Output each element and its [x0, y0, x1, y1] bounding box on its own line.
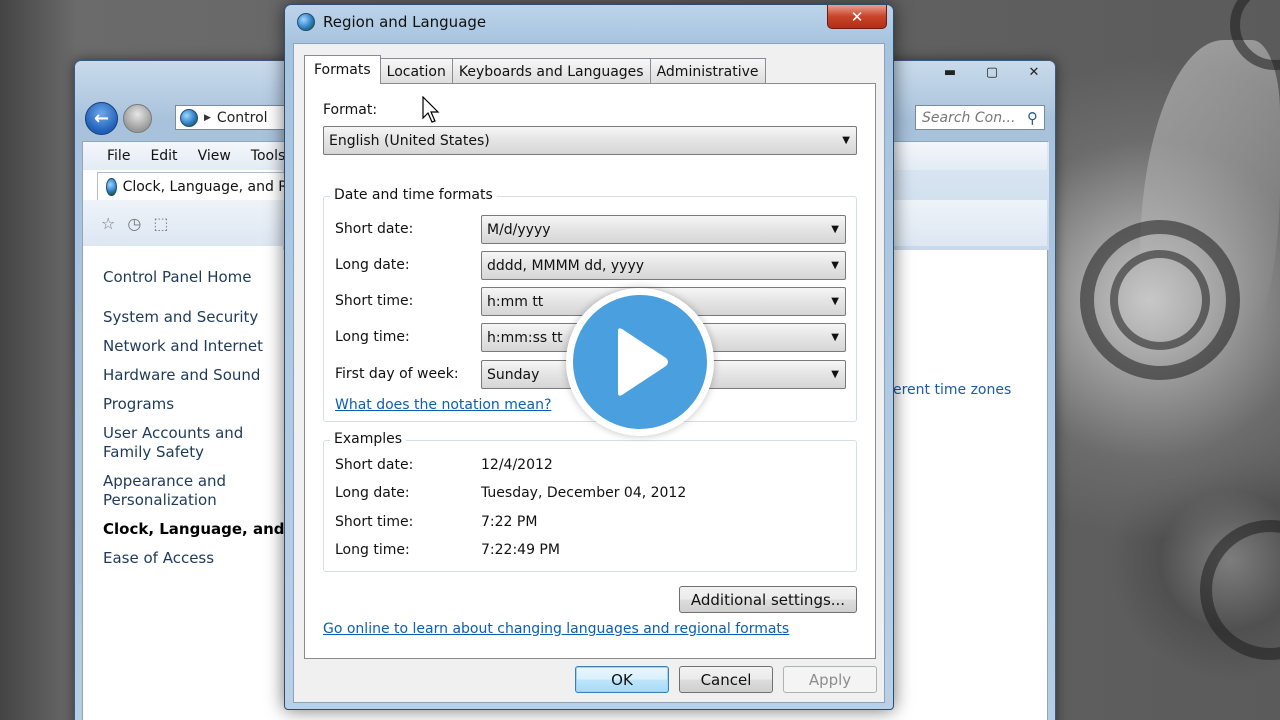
short-date-select[interactable]: M/d/yyyy ▼	[481, 215, 846, 244]
example-short-time-value: 7:22 PM	[481, 514, 538, 530]
examples-group: Examples Short date: 12/4/2012 Long date…	[323, 431, 857, 572]
history-icon[interactable]: ◷	[127, 214, 141, 233]
close-button[interactable]: ✕	[1013, 61, 1055, 83]
wallpaper-ring	[1200, 520, 1280, 660]
example-short-time-label: Short time:	[335, 514, 414, 530]
example-long-date-label: Long date:	[335, 485, 410, 501]
sidebar-item-user-accounts[interactable]: User Accounts and Family Safety	[103, 424, 293, 462]
sidebar-item-hardware[interactable]: Hardware and Sound	[103, 366, 293, 385]
tab-location[interactable]: Location	[379, 58, 453, 84]
minimize-button[interactable]: ▬	[929, 61, 971, 83]
wallpaper-ring	[1110, 250, 1210, 350]
chevron-down-icon: ▼	[831, 369, 839, 380]
format-label: Format:	[323, 102, 378, 118]
chevron-down-icon: ▼	[842, 135, 850, 146]
chevron-down-icon: ▼	[831, 296, 839, 307]
search-placeholder: Search Con...	[922, 109, 1016, 126]
address-text: Control	[216, 109, 268, 126]
search-icon[interactable]: ⚲	[1027, 109, 1038, 127]
tab-title: Clock, Language, and Re	[122, 178, 296, 195]
control-panel-icon	[106, 177, 117, 196]
favorites-star-icon[interactable]: ☆	[101, 214, 115, 233]
back-button[interactable]: ←	[85, 102, 118, 135]
short-time-label: Short time:	[335, 293, 414, 309]
sidebar-item-system-security[interactable]: System and Security	[103, 308, 293, 327]
chevron-down-icon: ▼	[831, 332, 839, 343]
control-panel-home-link[interactable]: Control Panel Home	[103, 268, 293, 286]
dialog-titlebar: Region and Language	[297, 13, 486, 31]
cancel-button[interactable]: Cancel	[679, 666, 773, 693]
menu-file[interactable]: File	[107, 148, 130, 164]
add-tab-icon[interactable]: ⬚	[153, 214, 168, 233]
short-date-value: M/d/yyyy	[487, 221, 551, 238]
sidebar-item-network[interactable]: Network and Internet	[103, 337, 293, 356]
first-day-value: Sunday	[487, 366, 540, 383]
sidebar-item-programs[interactable]: Programs	[103, 395, 293, 414]
long-date-label: Long date:	[335, 257, 410, 273]
first-day-label: First day of week:	[335, 366, 459, 382]
tab-formats[interactable]: Formats	[304, 55, 381, 84]
chevron-right-icon: ▶	[204, 112, 211, 123]
play-button[interactable]	[566, 288, 714, 436]
format-value: English (United States)	[329, 132, 490, 149]
long-date-select[interactable]: dddd, MMMM dd, yyyy ▼	[481, 251, 846, 280]
sidebar-item-ease-of-access[interactable]: Ease of Access	[103, 549, 293, 568]
sidebar: Control Panel Home System and Security N…	[103, 268, 293, 578]
long-date-value: dddd, MMMM dd, yyyy	[487, 257, 645, 274]
example-long-time-value: 7:22:49 PM	[481, 542, 560, 558]
example-short-date-value: 12/4/2012	[481, 457, 553, 473]
forward-button[interactable]	[123, 104, 152, 133]
sidebar-item-appearance[interactable]: Appearance and Personalization	[103, 472, 293, 510]
tab-administrative[interactable]: Administrative	[649, 58, 766, 84]
chevron-down-icon: ▼	[831, 260, 839, 271]
apply-button[interactable]: Apply	[783, 666, 877, 693]
control-panel-icon	[180, 108, 198, 127]
search-input[interactable]: Search Con... ⚲	[915, 105, 1045, 130]
short-date-label: Short date:	[335, 221, 414, 237]
menu-edit[interactable]: Edit	[150, 148, 177, 164]
additional-settings-button[interactable]: Additional settings...	[679, 586, 857, 613]
tab-keyboards-languages[interactable]: Keyboards and Languages	[451, 58, 651, 84]
chevron-down-icon: ▼	[831, 224, 839, 235]
time-zones-link[interactable]: erent time zones	[893, 382, 1011, 398]
short-time-value: h:mm tt	[487, 293, 544, 310]
dialog-title: Region and Language	[323, 13, 487, 31]
format-select[interactable]: English (United States) ▼	[323, 126, 857, 155]
example-short-date-label: Short date:	[335, 457, 414, 473]
online-help-link[interactable]: Go online to learn about changing langua…	[323, 621, 789, 637]
maximize-button[interactable]: ▢	[971, 61, 1013, 83]
example-long-time-label: Long time:	[335, 542, 410, 558]
long-time-value: h:mm:ss tt	[487, 329, 563, 346]
examples-group-title: Examples	[330, 431, 407, 447]
play-icon	[618, 328, 668, 396]
dialog-close-button[interactable]: ✕	[827, 5, 887, 29]
sidebar-item-clock-language[interactable]: Clock, Language, and Region	[103, 520, 293, 539]
mouse-cursor-icon	[422, 96, 440, 123]
browser-tab[interactable]: Clock, Language, and Re	[97, 172, 297, 200]
datetime-group-title: Date and time formats	[330, 187, 497, 203]
notation-help-link[interactable]: What does the notation mean?	[335, 397, 551, 413]
arrow-left-icon: ←	[93, 108, 110, 129]
long-time-label: Long time:	[335, 329, 410, 345]
tab-strip: Formats Location Keyboards and Languages…	[304, 55, 766, 84]
menu-view[interactable]: View	[198, 148, 231, 164]
example-long-date-value: Tuesday, December 04, 2012	[481, 485, 687, 501]
window-caption-buttons: ▬ ▢ ✕	[929, 61, 1055, 85]
globe-icon	[297, 13, 315, 31]
address-bar[interactable]: ▶ Control	[175, 105, 295, 130]
menu-tools[interactable]: Tools	[251, 148, 286, 164]
ok-button[interactable]: OK	[575, 666, 669, 693]
